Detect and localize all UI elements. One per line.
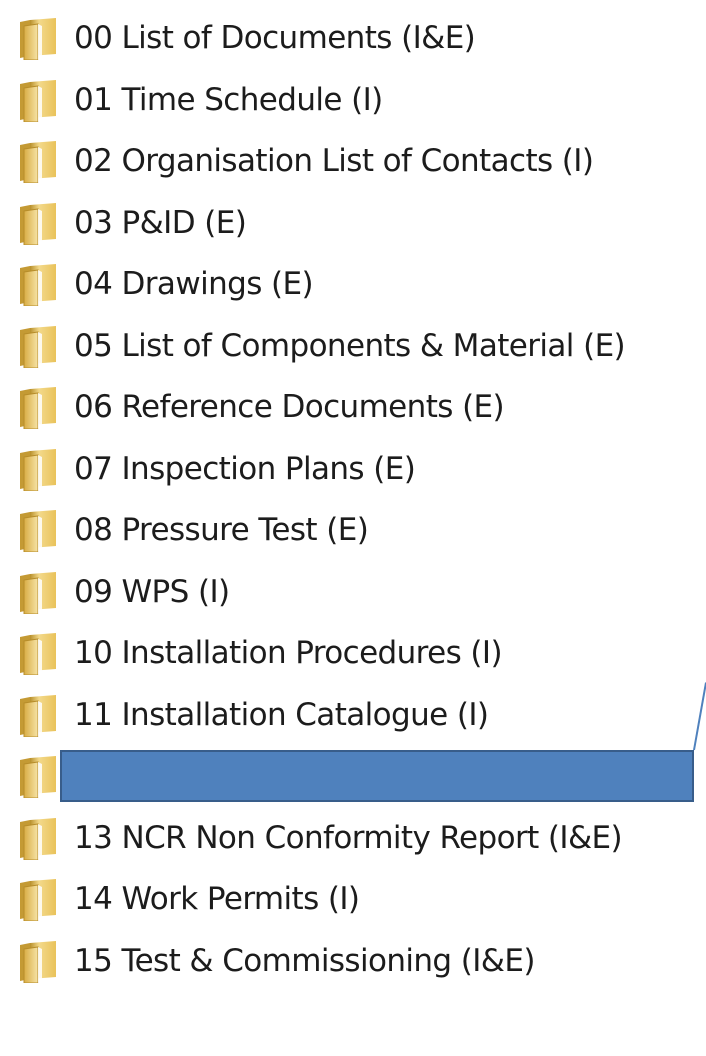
folder-label: 03 P&ID (E) (74, 204, 247, 241)
folder-item[interactable]: 08 Pressure Test (E) (18, 502, 369, 558)
folder-icon (18, 324, 58, 368)
folder-label: 10 Installation Procedures (I) (74, 635, 503, 671)
folder-label: 14 Work Permits (I) (74, 881, 360, 917)
folder-icon (18, 262, 58, 306)
folder-item[interactable]: 05 List of Components & Material (E) (18, 318, 626, 374)
folder-item[interactable]: 07 Inspection Plans (E) (18, 441, 416, 497)
folder-icon (18, 201, 58, 245)
folder-list: 00 List of Documents (I&E) 01 Time Sched… (0, 0, 706, 1056)
folder-icon (18, 570, 58, 614)
folder-item[interactable]: 06 Reference Documents (E) (18, 379, 505, 435)
folder-label: 13 NCR Non Conformity Report (I&E) (74, 819, 623, 856)
folder-icon (18, 754, 58, 798)
folder-icon (18, 385, 58, 429)
folder-label: 06 Reference Documents (E) (74, 389, 505, 425)
folder-item[interactable]: 13 NCR Non Conformity Report (I&E) (18, 810, 623, 866)
folder-item[interactable]: 00 List of Documents (I&E) (18, 10, 476, 66)
folder-item[interactable]: 02 Organisation List of Contacts (I) (18, 133, 594, 189)
folder-icon (18, 16, 58, 60)
callout-box (60, 750, 694, 802)
folder-item[interactable]: 01 Time Schedule (I) (18, 72, 383, 128)
folder-label: 05 List of Components & Material (E) (74, 327, 626, 364)
folder-label: 08 Pressure Test (E) (74, 512, 369, 548)
folder-item[interactable]: 15 Test & Commissioning (I&E) (18, 933, 535, 989)
folder-item[interactable]: 10 Installation Procedures (I) (18, 625, 503, 681)
folder-icon (18, 877, 58, 921)
folder-icon (18, 939, 58, 983)
folder-label: 11 Installation Catalogue (I) (74, 696, 489, 733)
folder-item[interactable]: 14 Work Permits (I) (18, 871, 360, 927)
folder-icon (18, 508, 58, 552)
folder-item[interactable]: 03 P&ID (E) (18, 195, 247, 251)
folder-item[interactable]: 11 Installation Catalogue (I) (18, 687, 489, 743)
folder-label: 00 List of Documents (I&E) (74, 20, 476, 56)
folder-label: 15 Test & Commissioning (I&E) (74, 942, 535, 979)
folder-item[interactable]: 04 Drawings (E) (18, 256, 314, 312)
folder-icon (18, 447, 58, 491)
folder-label: 09 WPS (I) (74, 573, 230, 610)
folder-label: 01 Time Schedule (I) (74, 81, 383, 118)
folder-icon (18, 693, 58, 737)
folder-label: 07 Inspection Plans (E) (74, 450, 416, 487)
folder-icon (18, 816, 58, 860)
folder-icon (18, 139, 58, 183)
folder-icon (18, 631, 58, 675)
folder-item[interactable]: 09 WPS (I) (18, 564, 230, 620)
folder-label: 04 Drawings (E) (74, 266, 314, 302)
folder-icon (18, 78, 58, 122)
folder-label: 02 Organisation List of Contacts (I) (74, 143, 594, 179)
